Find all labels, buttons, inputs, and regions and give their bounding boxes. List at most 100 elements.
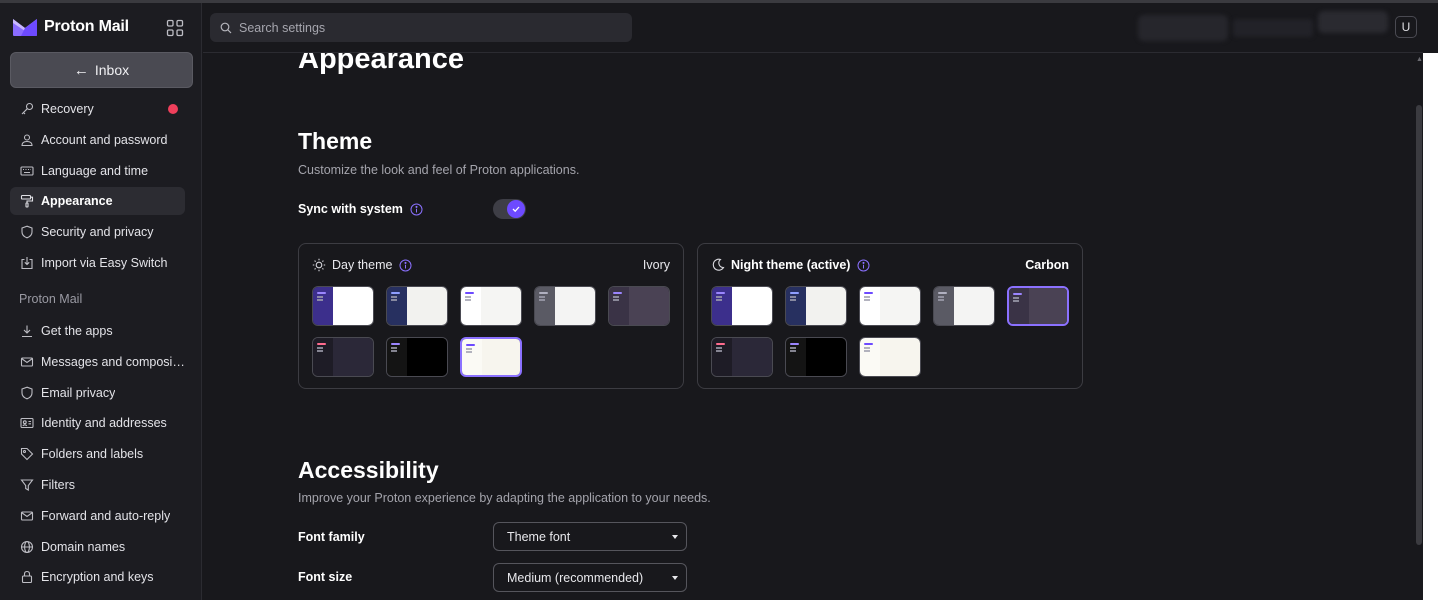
back-to-inbox-button[interactable]: ← Inbox: [10, 52, 193, 88]
day-theme-swatch[interactable]: [608, 286, 670, 326]
sidebar-item-security[interactable]: Security and privacy: [10, 218, 185, 246]
night-theme-swatch[interactable]: [933, 286, 995, 326]
sidebar-item-filters[interactable]: Filters: [10, 471, 185, 499]
back-to-inbox-label: Inbox: [94, 62, 130, 78]
day-theme-swatch-selected[interactable]: [460, 337, 522, 377]
search-icon: [220, 22, 232, 34]
caret-down-icon: [672, 535, 678, 539]
download-icon: [20, 324, 34, 338]
sun-icon: [312, 258, 326, 272]
day-theme-swatch[interactable]: [386, 337, 448, 377]
sidebar-item-messages[interactable]: Messages and composi…: [10, 348, 185, 376]
sidebar-item-label: Security and privacy: [41, 225, 154, 240]
accessibility-section-description: Improve your Proton experience by adapti…: [298, 491, 711, 505]
paint-roller-icon: [20, 194, 34, 208]
page-title: Appearance: [298, 53, 465, 75]
day-theme-panel: Day theme Ivory: [298, 243, 684, 389]
tag-icon: [20, 447, 34, 461]
sync-with-system-toggle[interactable]: [493, 199, 526, 219]
top-header: U: [203, 3, 1423, 53]
sidebar-item-label: Domain names: [41, 539, 126, 554]
day-theme-swatch[interactable]: [312, 286, 374, 326]
day-theme-swatch[interactable]: [386, 286, 448, 326]
sidebar-item-label: Get the apps: [41, 323, 113, 338]
recovery-alert-badge: [168, 104, 178, 114]
sidebar-item-folders[interactable]: Folders and labels: [10, 440, 185, 468]
accessibility-section-title: Accessibility: [298, 457, 439, 483]
font-family-select[interactable]: Theme font: [493, 522, 687, 551]
settings-content: Appearance Theme Customize the look and …: [203, 53, 1415, 600]
sidebar-item-account[interactable]: Account and password: [10, 126, 185, 154]
night-theme-swatch-selected[interactable]: [1007, 286, 1069, 326]
envelope-icon: [20, 355, 34, 369]
keyboard-icon: [20, 164, 34, 178]
key-icon: [20, 102, 34, 116]
forward-envelope-icon: [20, 509, 34, 523]
sync-label-text: Sync with system: [298, 202, 403, 216]
day-theme-swatch[interactable]: [312, 337, 374, 377]
settings-nav: Recovery Account and password Language a…: [10, 95, 185, 594]
sidebar-item-label: Account and password: [41, 132, 168, 147]
day-theme-swatch[interactable]: [460, 286, 522, 326]
section-label-proton-mail: Proton Mail: [19, 291, 83, 306]
sidebar-item-import[interactable]: Import via Easy Switch: [10, 249, 185, 277]
sidebar-item-get-apps[interactable]: Get the apps: [10, 317, 185, 345]
night-theme-swatch[interactable]: [859, 337, 921, 377]
sidebar-item-appearance[interactable]: Appearance: [10, 187, 185, 216]
night-theme-swatch[interactable]: [785, 337, 847, 377]
info-icon[interactable]: [410, 203, 423, 216]
info-icon[interactable]: [399, 259, 412, 272]
globe-icon: [20, 540, 34, 554]
sidebar-item-identity[interactable]: Identity and addresses: [10, 409, 185, 437]
sidebar-item-domains[interactable]: Domain names: [10, 533, 185, 561]
header-blurred-button: [1138, 15, 1228, 41]
night-theme-swatch[interactable]: [711, 286, 773, 326]
sync-with-system-label: Sync with system: [298, 202, 423, 216]
brand[interactable]: Proton Mail: [12, 17, 129, 37]
sidebar-item-label: Recovery: [41, 102, 94, 116]
day-theme-label: Day theme: [332, 258, 393, 272]
shield-icon: [20, 225, 34, 239]
day-theme-header: Day theme: [312, 258, 412, 272]
night-theme-swatch[interactable]: [785, 286, 847, 326]
night-theme-swatch[interactable]: [859, 286, 921, 326]
sidebar-item-email-privacy[interactable]: Email privacy: [10, 379, 185, 407]
search-input[interactable]: [239, 20, 619, 35]
sidebar-item-encryption[interactable]: Encryption and keys: [10, 563, 185, 591]
font-family-value: Theme font: [507, 529, 571, 544]
sidebar-item-label: Encryption and keys: [41, 570, 154, 585]
app-grid-icon[interactable]: [166, 19, 184, 37]
import-icon: [20, 256, 34, 270]
arrow-left-icon: ←: [73, 61, 89, 79]
sidebar-item-label: Forward and auto-reply: [41, 508, 171, 523]
sidebar-item-forward[interactable]: Forward and auto-reply: [10, 502, 185, 530]
theme-section-description: Customize the look and feel of Proton ap…: [298, 163, 580, 177]
user-avatar-button[interactable]: U: [1395, 16, 1417, 38]
sidebar-item-label: Import via Easy Switch: [41, 255, 168, 270]
search-settings[interactable]: [210, 13, 632, 42]
sidebar-item-language[interactable]: Language and time: [10, 157, 185, 185]
sidebar-item-label: Language and time: [41, 163, 149, 178]
header-blurred-button: [1318, 11, 1388, 33]
page-scrollbar-thumb[interactable]: [1416, 105, 1422, 545]
shield-icon: [20, 386, 34, 400]
sidebar-item-label: Filters: [41, 477, 76, 492]
scroll-up-arrow-icon[interactable]: ▲: [1416, 56, 1423, 63]
day-theme-swatch[interactable]: [534, 286, 596, 326]
font-family-label: Font family: [298, 530, 365, 544]
sidebar-item-label: Folders and labels: [41, 447, 144, 462]
caret-down-icon: [672, 576, 678, 580]
theme-section-title: Theme: [298, 128, 373, 154]
font-size-label: Font size: [298, 570, 353, 584]
page-scrollbar-gutter: [1423, 53, 1438, 600]
font-size-value: Medium (recommended): [507, 570, 644, 585]
info-icon[interactable]: [857, 259, 870, 272]
header-blurred-text: [1233, 19, 1313, 37]
sidebar-item-recovery[interactable]: Recovery: [10, 95, 185, 123]
night-theme-panel: Night theme (active) Carbon: [697, 243, 1083, 389]
checkmark-icon: [512, 206, 520, 213]
sidebar: Proton Mail ← Inbox Recovery Account and…: [0, 3, 202, 600]
font-size-select[interactable]: Medium (recommended): [493, 563, 687, 592]
night-theme-swatch[interactable]: [711, 337, 773, 377]
brand-name: Proton Mail: [44, 18, 129, 35]
